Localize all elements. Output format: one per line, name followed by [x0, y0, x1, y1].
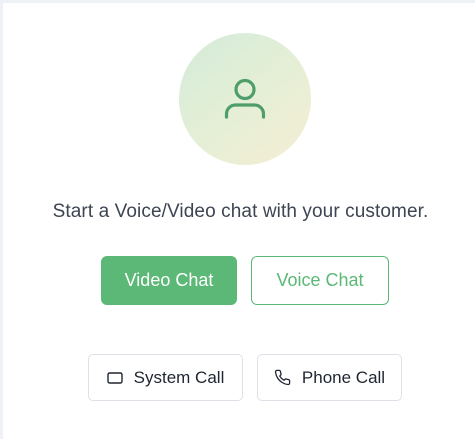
user-icon	[221, 75, 269, 123]
phone-call-button[interactable]: Phone Call	[257, 354, 402, 401]
avatar	[179, 33, 311, 165]
phone-call-label: Phone Call	[301, 367, 386, 387]
video-chat-button[interactable]: Video Chat	[101, 256, 237, 305]
phone-icon	[274, 369, 291, 386]
chat-prompt-text: Start a Voice/Video chat with your custo…	[52, 201, 429, 222]
system-call-button[interactable]: System Call	[88, 354, 243, 401]
chat-start-panel: Start a Voice/Video chat with your custo…	[0, 0, 475, 439]
voice-chat-button[interactable]: Voice Chat	[251, 256, 389, 305]
video-chat-label: Video Chat	[124, 270, 214, 290]
voice-chat-label: Voice Chat	[276, 270, 364, 290]
system-call-label: System Call	[133, 367, 225, 387]
monitor-icon	[106, 371, 123, 385]
